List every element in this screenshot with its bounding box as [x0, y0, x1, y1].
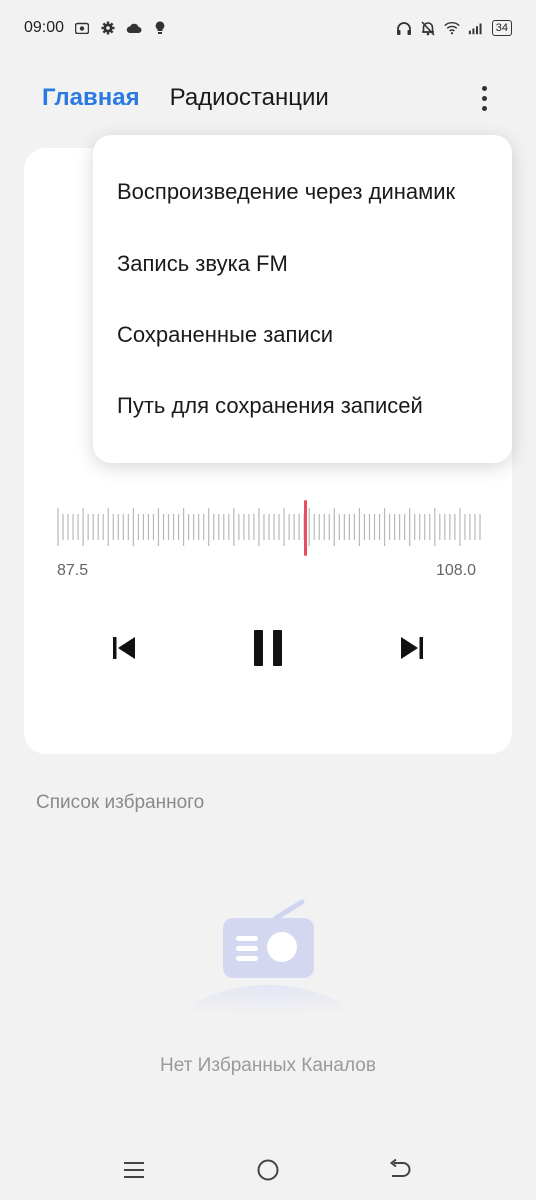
menu-item-save-path[interactable]: Путь для сохранения записей	[117, 393, 423, 419]
frequency-max-label: 108.0	[436, 562, 477, 579]
more-vertical-icon[interactable]	[472, 80, 496, 116]
skip-previous-icon[interactable]	[104, 628, 144, 668]
status-time: 09:00	[24, 19, 65, 36]
menu-item-record[interactable]: Запись звука FM	[117, 251, 288, 277]
playback-controls	[0, 620, 536, 680]
status-bar: 09:00 34	[0, 0, 536, 56]
skip-next-icon[interactable]	[392, 628, 432, 668]
frequency-min-label: 87.5	[57, 562, 89, 579]
status-left: 09:00	[24, 19, 168, 37]
signal-icon	[468, 20, 484, 36]
gear-icon	[100, 20, 116, 36]
pause-icon[interactable]	[246, 626, 290, 670]
app-header: Главная Радиостанции	[0, 70, 536, 126]
menu-item-speaker[interactable]: Воспроизведение через динамик	[117, 179, 455, 205]
frequency-scale[interactable]	[56, 500, 482, 560]
status-right: 34	[396, 20, 512, 36]
screenshot-icon	[74, 20, 90, 36]
menu-icon[interactable]	[118, 1154, 150, 1186]
home-icon[interactable]	[252, 1154, 284, 1186]
menu-item-saved-records[interactable]: Сохраненные записи	[117, 322, 333, 348]
radio-icon	[150, 899, 386, 1030]
tab-home[interactable]: Главная	[42, 84, 140, 112]
favorites-title: Список избранного	[36, 792, 205, 813]
cloud-icon	[126, 20, 142, 36]
wifi-icon	[444, 20, 460, 36]
overflow-menu: Воспроизведение через динамик Запись зву…	[93, 135, 512, 463]
battery-level: 34	[495, 21, 508, 34]
back-icon[interactable]	[384, 1154, 416, 1186]
tab-stations[interactable]: Радиостанции	[170, 84, 329, 112]
bell-off-icon	[420, 20, 436, 36]
battery-icon: 34	[491, 20, 512, 36]
frequency-needle[interactable]	[304, 500, 307, 556]
empty-favorites-text: Нет Избранных Каналов	[160, 1055, 376, 1076]
headphones-icon	[396, 20, 412, 36]
bulb-icon	[152, 20, 168, 36]
navigation-bar	[0, 1140, 536, 1200]
